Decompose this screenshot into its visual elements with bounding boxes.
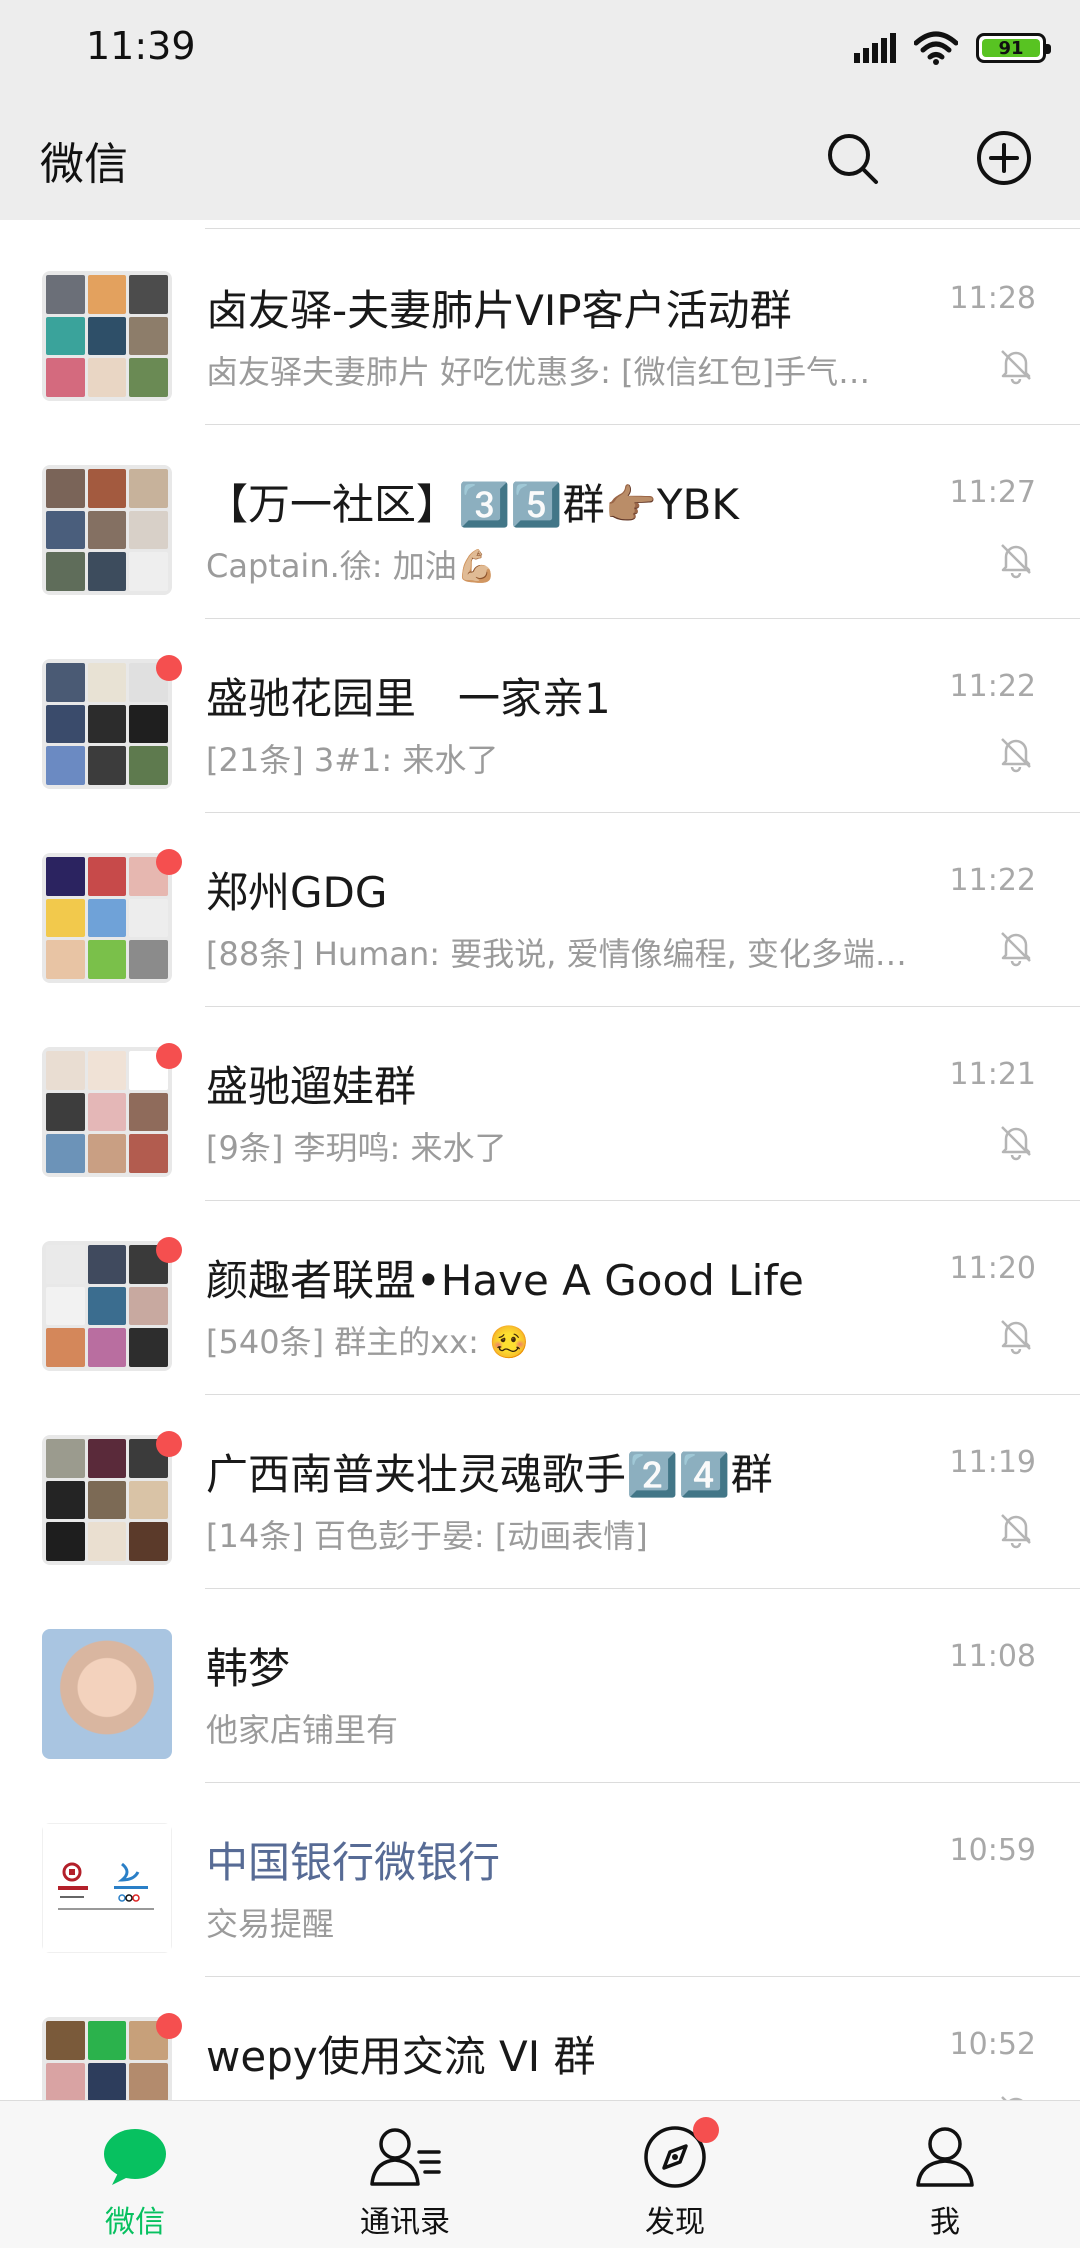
chat-preview: [14条] 百色彭于晏: [动画表情] xyxy=(206,1517,648,1555)
chat-item[interactable]: 【万一社区】3️⃣5️⃣群👉🏽YBK Captain.徐: 加油💪🏼 11:27 xyxy=(0,425,1080,619)
chat-name: 广西南普夹壮灵魂歌手2️⃣4️⃣群 xyxy=(206,1450,773,1499)
mute-icon xyxy=(1001,932,1031,967)
chat-preview: [9条] 李玥鸣: 来水了 xyxy=(206,1129,507,1167)
mute-icon xyxy=(1001,1126,1031,1161)
group-avatar xyxy=(42,1435,172,1565)
unread-dot xyxy=(156,1043,182,1069)
search-button[interactable] xyxy=(816,122,888,194)
contacts-icon xyxy=(370,2128,441,2186)
chat-preview: Captain.徐: 加油💪🏼 xyxy=(206,547,497,585)
chat-preview: [88条] Human: 要我说, 爱情像编程, 变化多端,… xyxy=(206,935,916,973)
chat-item[interactable]: 郑州GDG [88条] Human: 要我说, 爱情像编程, 变化多端,… 11… xyxy=(0,813,1080,1007)
battery-level: 91 xyxy=(982,38,1040,59)
unread-dot xyxy=(156,655,182,681)
chat-item[interactable]: 盛驰花园里 一家亲1 [21条] 3#1: 来水了 11:22 xyxy=(0,619,1080,813)
mute-icon xyxy=(1001,1320,1031,1355)
bank-logo-avatar xyxy=(42,1823,172,1953)
chat-preview: 他家店铺里有 xyxy=(206,1711,399,1749)
group-avatar xyxy=(42,1241,172,1371)
group-avatar xyxy=(42,465,172,595)
mute-icon xyxy=(1001,1514,1031,1549)
tab-label: 我 xyxy=(930,2205,960,2240)
tab-contacts[interactable]: 通讯录 xyxy=(270,2101,540,2248)
tab-chats[interactable]: 微信 xyxy=(0,2101,270,2248)
chat-name: wepy使用交流 VI 群 xyxy=(206,2032,596,2081)
mute-icon xyxy=(1001,350,1031,385)
chat-item[interactable]: 卤友驿-夫妻肺片VIP客户活动群 卤友驿夫妻肺片 好吃优惠多: [微信红包]手气… xyxy=(0,231,1080,425)
chat-time: 10:52 xyxy=(949,2027,1036,2062)
chat-item[interactable]: 颜趣者联盟•Have A Good Life [540条] 群主的xx: 🥴 1… xyxy=(0,1201,1080,1395)
chat-item[interactable]: 韩梦 他家店铺里有 11:08 xyxy=(0,1589,1080,1783)
group-avatar xyxy=(42,1047,172,1177)
chat-time: 11:20 xyxy=(949,1251,1036,1286)
tab-discover[interactable]: 发现 xyxy=(540,2101,810,2248)
chat-name: 郑州GDG xyxy=(206,868,388,917)
wechat-app: 11:39 91 微信 卤友驿-夫妻肺片VIP客户活动群 卤友驿夫妻肺片 好吃优… xyxy=(0,0,1080,2248)
chat-time: 11:21 xyxy=(949,1057,1036,1092)
chat-name: 卤友驿-夫妻肺片VIP客户活动群 xyxy=(206,286,792,335)
chat-preview: [21条] 3#1: 来水了 xyxy=(206,741,499,779)
plus-circle-icon xyxy=(977,131,1031,185)
chat-name: 韩梦 xyxy=(206,1644,291,1693)
search-icon xyxy=(828,134,878,184)
chat-item[interactable]: 盛驰遛娃群 [9条] 李玥鸣: 来水了 11:21 xyxy=(0,1007,1080,1201)
unread-dot xyxy=(156,1237,182,1263)
chat-name: 【万一社区】3️⃣5️⃣群👉🏽YBK xyxy=(206,480,739,529)
chat-time: 11:22 xyxy=(949,863,1036,898)
chat-name: 颜趣者联盟•Have A Good Life xyxy=(206,1256,804,1305)
unread-dot xyxy=(156,2013,182,2039)
chat-name: 中国银行微银行 xyxy=(206,1838,501,1887)
chat-preview: 交易提醒 xyxy=(206,1905,335,1943)
contact-avatar xyxy=(42,1629,172,1759)
mute-icon xyxy=(1001,2096,1023,2100)
chat-time: 10:59 xyxy=(949,1833,1036,1868)
person-icon xyxy=(916,2127,974,2187)
bottom-tab-bar: 微信 通讯录 发现 我 xyxy=(0,2100,1080,2248)
group-avatar xyxy=(42,2017,172,2100)
chat-time: 11:22 xyxy=(949,669,1036,704)
chat-time: 11:08 xyxy=(949,1639,1036,1674)
tab-label: 微信 xyxy=(105,2205,165,2240)
tab-label: 通讯录 xyxy=(360,2205,450,2240)
page-title: 微信 xyxy=(40,139,128,190)
signal-icon xyxy=(854,33,896,63)
tab-label: 发现 xyxy=(645,2205,705,2240)
status-bar: 11:39 91 xyxy=(0,0,1080,98)
unread-dot xyxy=(156,849,182,875)
tab-me[interactable]: 我 xyxy=(810,2101,1080,2248)
status-icons: 91 xyxy=(854,26,1051,70)
mute-icon xyxy=(1001,544,1031,579)
chat-name: 盛驰遛娃群 xyxy=(206,1062,417,1111)
chat-item[interactable]: 广西南普夹壮灵魂歌手2️⃣4️⃣群 [14条] 百色彭于晏: [动画表情] 11… xyxy=(0,1395,1080,1589)
bank-logo-icon xyxy=(58,1862,154,1910)
discover-badge-dot xyxy=(693,2117,719,2143)
battery-icon: 91 xyxy=(976,33,1051,63)
add-button[interactable] xyxy=(968,122,1040,194)
chat-item[interactable]: 中国银行微银行 交易提醒 10:59 xyxy=(0,1783,1080,1977)
wifi-icon xyxy=(914,31,958,65)
top-bar: 微信 xyxy=(0,98,1080,220)
chat-bubble-icon xyxy=(104,2129,166,2185)
chat-preview: 卤友驿夫妻肺片 好吃优惠多: [微信红包]手气… xyxy=(206,353,871,391)
group-avatar xyxy=(42,659,172,789)
chat-name: 盛驰花园里 一家亲1 xyxy=(206,674,611,723)
list-top-divider xyxy=(205,228,1080,229)
status-time: 11:39 xyxy=(86,24,196,68)
chat-time: 11:28 xyxy=(949,281,1036,316)
unread-dot xyxy=(156,1431,182,1457)
chat-time: 11:19 xyxy=(949,1445,1036,1480)
group-avatar xyxy=(42,271,172,401)
chat-preview: [540条] 群主的xx: 🥴 xyxy=(206,1323,529,1361)
chat-time: 11:27 xyxy=(949,475,1036,510)
chat-item[interactable]: wepy使用交流 VI 群 10:52 xyxy=(0,1977,1080,2100)
mute-icon xyxy=(1001,738,1031,773)
group-avatar xyxy=(42,853,172,983)
chat-list: 卤友驿-夫妻肺片VIP客户活动群 卤友驿夫妻肺片 好吃优惠多: [微信红包]手气… xyxy=(0,220,1080,2100)
